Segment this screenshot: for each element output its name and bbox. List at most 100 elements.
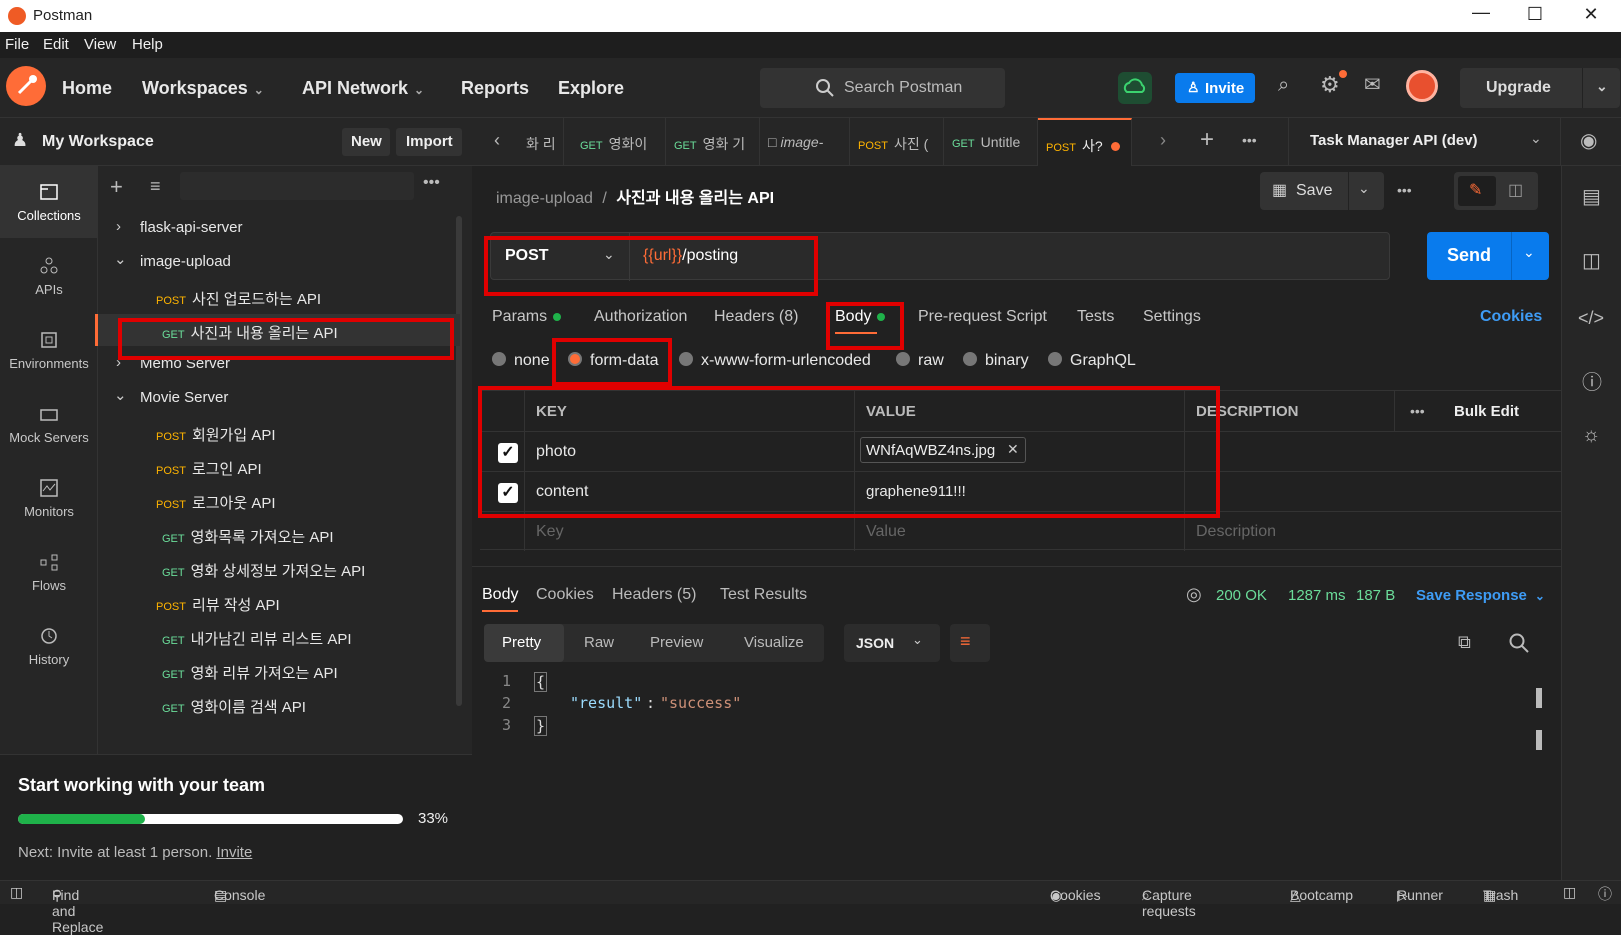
more-options-icon[interactable]: ••• <box>1410 403 1425 419</box>
rail-history[interactable]: History <box>0 626 98 667</box>
filter-icon[interactable]: ≡ <box>150 176 161 197</box>
edit-mode-button[interactable]: ✎ <box>1458 176 1496 206</box>
key-placeholder[interactable]: Key <box>536 523 564 541</box>
chevron-down-icon[interactable]: ⌄ <box>1523 244 1535 261</box>
comment-icon[interactable]: ◫ <box>1508 180 1523 200</box>
gear-icon[interactable]: ⚙ <box>1320 72 1340 98</box>
search-bar[interactable]: Search Postman <box>760 68 1005 108</box>
preview-button[interactable]: Preview <box>650 634 703 651</box>
rail-environments[interactable]: Environments <box>0 330 98 371</box>
response-tab-headers[interactable]: Headers (5) <box>612 586 696 604</box>
request-item[interactable]: POST 회원가입 API <box>98 416 460 448</box>
request-tab[interactable]: 화 리 <box>520 118 564 166</box>
nav-reports[interactable]: Reports <box>461 78 529 99</box>
maximize-icon[interactable]: ☐ <box>1520 4 1550 25</box>
breadcrumb-request[interactable]: 사진과 내용 올리는 API <box>616 190 774 207</box>
code-icon[interactable]: </> <box>1578 308 1604 329</box>
menu-help[interactable]: Help <box>132 36 163 53</box>
radio-binary[interactable]: binary <box>963 351 1029 370</box>
tab-settings[interactable]: Settings <box>1143 308 1201 326</box>
more-options-icon[interactable]: ••• <box>423 174 440 192</box>
menu-view[interactable]: View <box>84 36 116 53</box>
info-icon[interactable]: ⓘ <box>1582 366 1602 395</box>
radio-none[interactable]: none <box>492 351 550 370</box>
visualize-button[interactable]: Visualize <box>744 634 804 651</box>
breadcrumb-collection[interactable]: image-upload <box>496 190 593 207</box>
close-icon[interactable]: ✕ <box>1576 4 1606 25</box>
copy-icon[interactable]: ⧉ <box>1458 632 1471 653</box>
response-body[interactable]: 1 2 3 { "result" : "success" } <box>472 670 1512 750</box>
scroll-marker[interactable] <box>1536 688 1542 708</box>
request-item[interactable]: GET 내가남긴 리뷰 리스트 API <box>98 620 460 652</box>
more-options-icon[interactable]: ••• <box>1397 182 1412 198</box>
pretty-button[interactable]: Pretty <box>484 624 564 662</box>
add-icon[interactable]: + <box>110 174 123 200</box>
request-item[interactable]: POST 로그인 API <box>98 450 460 482</box>
request-item[interactable]: POST 사진 업로드하는 API <box>98 280 460 312</box>
documentation-icon[interactable]: ▤ <box>1582 184 1601 209</box>
chevron-down-icon[interactable]: ⌄ <box>1358 180 1370 197</box>
request-tab[interactable]: POST 사진 ( <box>850 118 944 166</box>
comments-icon[interactable]: ◫ <box>1582 248 1601 273</box>
more-options-icon[interactable]: ••• <box>1242 132 1257 148</box>
two-pane-icon[interactable]: ◫ <box>1563 884 1576 901</box>
collection-movie-server[interactable]: ⌄ Movie Server <box>98 382 460 414</box>
save-button[interactable]: ▦ Save ⌄ <box>1260 172 1384 210</box>
radio-x-www-form-urlencoded[interactable]: x-www-form-urlencoded <box>679 351 871 370</box>
request-item[interactable]: POST 리뷰 작성 API <box>98 586 460 618</box>
toggle-sidebar-icon[interactable]: ◫ <box>10 884 23 901</box>
collection-flask-api-server[interactable]: › flask-api-server <box>98 212 460 244</box>
cookies-link[interactable]: Cookies <box>1480 308 1542 326</box>
request-item[interactable]: GET 영화 상세정보 가져오는 API <box>98 552 460 584</box>
workspace-name[interactable]: My Workspace <box>42 133 154 151</box>
request-item[interactable]: GET 영화목록 가져오는 API <box>98 518 460 550</box>
response-tab-test-results[interactable]: Test Results <box>720 586 807 604</box>
request-item[interactable]: GET 영화이름 검색 API <box>98 688 460 720</box>
lightbulb-icon[interactable]: ☼ <box>1582 424 1600 447</box>
save-response-button[interactable]: Save Response ⌄ <box>1416 587 1545 604</box>
collection-image-upload[interactable]: ⌄ image-upload <box>98 246 460 278</box>
chevron-left-icon[interactable]: ‹ <box>494 130 500 151</box>
import-button[interactable]: Import <box>396 128 462 156</box>
rail-apis[interactable]: APIs <box>0 256 98 297</box>
request-item[interactable]: GET 영화 리뷰 가져오는 API <box>98 654 460 686</box>
chevron-down-icon[interactable]: ⌄ <box>1596 78 1608 95</box>
help-icon[interactable]: ⓘ <box>1598 884 1612 904</box>
response-tab-body[interactable]: Body <box>482 586 518 604</box>
tree-search-input[interactable] <box>180 172 414 200</box>
format-selector[interactable]: JSON ⌄ <box>844 624 940 662</box>
sync-cloud-icon[interactable] <box>1118 72 1152 104</box>
rail-flows[interactable]: Flows <box>0 552 98 593</box>
invite-button[interactable]: ♙ Invite <box>1175 73 1255 103</box>
rail-mock-servers[interactable]: Mock Servers <box>0 404 98 445</box>
radio-raw[interactable]: raw <box>896 351 944 370</box>
minimize-icon[interactable]: — <box>1466 2 1496 23</box>
menu-file[interactable]: File <box>5 36 29 53</box>
search-icon[interactable] <box>1508 632 1530 654</box>
new-tab-icon[interactable]: + <box>1200 126 1214 154</box>
request-tab-active[interactable]: POST 사? <box>1038 118 1132 166</box>
request-tab[interactable]: GET 영화 기 <box>666 118 760 166</box>
panel-divider[interactable] <box>472 566 1561 567</box>
environment-selector[interactable]: Task Manager API (dev) <box>1310 132 1478 149</box>
nav-api-network[interactable]: API Network ⌄ <box>302 78 424 99</box>
rail-monitors[interactable]: Monitors <box>0 478 98 519</box>
nav-explore[interactable]: Explore <box>558 78 624 99</box>
eye-icon[interactable]: ◉ <box>1580 128 1597 153</box>
tab-authorization[interactable]: Authorization <box>594 308 687 326</box>
nav-home[interactable]: Home <box>62 78 112 99</box>
satellite-icon[interactable]: ⌕ <box>1278 74 1289 97</box>
description-placeholder[interactable]: Description <box>1196 523 1276 541</box>
rail-collections[interactable]: Collections <box>0 182 98 223</box>
scroll-marker[interactable] <box>1536 730 1542 750</box>
avatar[interactable] <box>1406 70 1438 102</box>
send-button[interactable]: Send ⌄ <box>1427 232 1549 280</box>
value-placeholder[interactable]: Value <box>866 523 906 541</box>
bulk-edit-button[interactable]: Bulk Edit <box>1454 403 1519 420</box>
chevron-right-icon[interactable]: › <box>1160 130 1166 151</box>
tab-pre-request-script[interactable]: Pre-request Script <box>918 308 1047 326</box>
postman-home-icon[interactable] <box>6 66 46 106</box>
request-item[interactable]: POST 로그아웃 API <box>98 484 460 516</box>
request-tab[interactable]: GET Untitle <box>944 118 1038 166</box>
tab-headers[interactable]: Headers (8) <box>714 308 798 326</box>
